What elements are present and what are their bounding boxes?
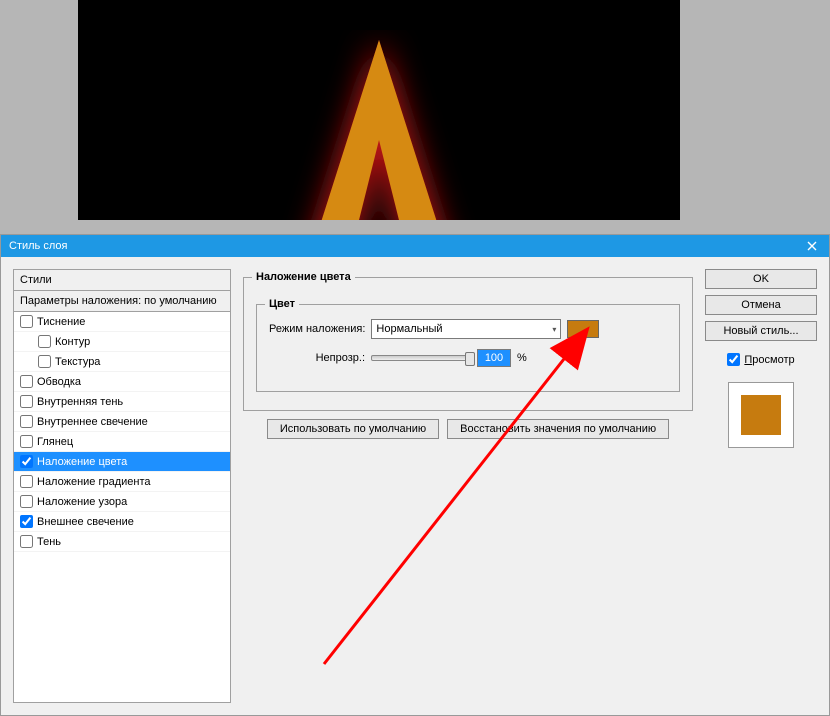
style-label: Внешнее свечение xyxy=(37,516,134,528)
style-checkbox[interactable] xyxy=(20,475,33,488)
opacity-slider[interactable] xyxy=(371,355,471,361)
style-item-0[interactable]: Тиснение xyxy=(14,312,230,332)
dialog-title: Стиль слоя xyxy=(9,240,821,252)
section-title: Наложение цвета xyxy=(252,271,355,283)
close-icon xyxy=(807,241,817,251)
canvas-area xyxy=(0,0,830,234)
style-item-4[interactable]: Внутренняя тень xyxy=(14,392,230,412)
blend-mode-select[interactable]: Нормальный ▾ xyxy=(371,319,561,339)
style-checkbox[interactable] xyxy=(20,375,33,388)
reset-default-button[interactable]: Восстановить значения по умолчанию xyxy=(447,419,669,439)
style-item-9[interactable]: Наложение узора xyxy=(14,492,230,512)
style-item-11[interactable]: Тень xyxy=(14,532,230,552)
opacity-label: Непрозр.: xyxy=(269,352,365,364)
preview-checkbox[interactable] xyxy=(727,353,740,366)
style-checkbox[interactable] xyxy=(20,455,33,468)
dialog-titlebar[interactable]: Стиль слоя xyxy=(1,235,829,257)
style-checkbox[interactable] xyxy=(20,395,33,408)
slider-thumb[interactable] xyxy=(465,352,475,366)
style-checkbox[interactable] xyxy=(20,435,33,448)
style-item-2[interactable]: Текстура xyxy=(14,352,230,372)
style-item-5[interactable]: Внутреннее свечение xyxy=(14,412,230,432)
style-checkbox[interactable] xyxy=(20,415,33,428)
style-checkbox[interactable] xyxy=(38,355,51,368)
cancel-button[interactable]: Отмена xyxy=(705,295,817,315)
make-default-button[interactable]: Использовать по умолчанию xyxy=(267,419,439,439)
opacity-unit: % xyxy=(517,352,527,364)
close-button[interactable] xyxy=(795,235,829,257)
style-item-3[interactable]: Обводка xyxy=(14,372,230,392)
preview-label: Просмотр xyxy=(744,354,794,366)
style-item-7[interactable]: Наложение цвета xyxy=(14,452,230,472)
style-checkbox[interactable] xyxy=(20,315,33,328)
color-overlay-fieldset: Наложение цвета Цвет Режим наложения: Но… xyxy=(243,277,693,411)
styles-list-header[interactable]: Стили xyxy=(14,270,230,291)
style-label: Наложение цвета xyxy=(37,456,127,468)
style-checkbox[interactable] xyxy=(20,515,33,528)
layer-style-dialog: Стиль слоя Стили Параметры наложения: по… xyxy=(0,234,830,716)
right-button-panel: OK Отмена Новый стиль... Просмотр xyxy=(705,269,817,703)
style-checkbox[interactable] xyxy=(38,335,51,348)
style-label: Тиснение xyxy=(37,316,85,328)
styles-list-panel: Стили Параметры наложения: по умолчанию … xyxy=(13,269,231,703)
style-label: Наложение градиента xyxy=(37,476,151,488)
style-item-10[interactable]: Внешнее свечение xyxy=(14,512,230,532)
style-label: Внутренняя тень xyxy=(37,396,123,408)
style-label: Глянец xyxy=(37,436,73,448)
style-item-6[interactable]: Глянец xyxy=(14,432,230,452)
style-checkbox[interactable] xyxy=(20,495,33,508)
style-label: Внутреннее свечение xyxy=(37,416,148,428)
new-style-button[interactable]: Новый стиль... xyxy=(705,321,817,341)
group-title: Цвет xyxy=(265,298,299,310)
style-label: Обводка xyxy=(37,376,81,388)
overlay-color-swatch[interactable] xyxy=(567,320,599,338)
settings-panel: Наложение цвета Цвет Режим наложения: Но… xyxy=(243,269,693,703)
opacity-input[interactable] xyxy=(477,349,511,367)
style-item-1[interactable]: Контур xyxy=(14,332,230,352)
preview-box xyxy=(728,382,794,448)
style-checkbox[interactable] xyxy=(20,535,33,548)
preview-checkbox-row[interactable]: Просмотр xyxy=(705,353,817,366)
chevron-down-icon: ▾ xyxy=(552,325,556,334)
ok-button[interactable]: OK xyxy=(705,269,817,289)
style-label: Текстура xyxy=(55,356,100,368)
style-label: Тень xyxy=(37,536,61,548)
letter-a-shape xyxy=(249,30,509,220)
style-label: Наложение узора xyxy=(37,496,127,508)
color-group: Цвет Режим наложения: Нормальный ▾ Непро… xyxy=(256,304,680,392)
blending-options-header[interactable]: Параметры наложения: по умолчанию xyxy=(14,291,230,312)
preview-swatch xyxy=(741,395,781,435)
blend-mode-label: Режим наложения: xyxy=(269,323,365,335)
style-label: Контур xyxy=(55,336,90,348)
document-canvas xyxy=(78,0,680,220)
style-item-8[interactable]: Наложение градиента xyxy=(14,472,230,492)
blend-mode-value: Нормальный xyxy=(376,323,442,335)
